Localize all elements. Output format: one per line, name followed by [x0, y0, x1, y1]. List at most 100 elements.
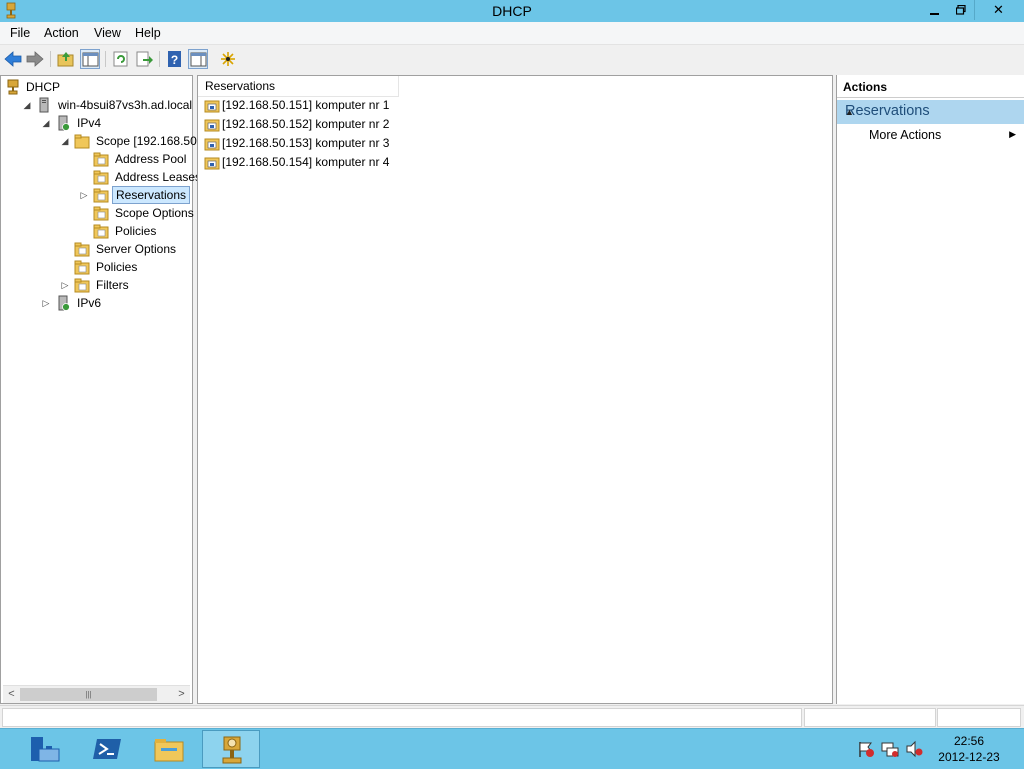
show-hide-action-pane-button[interactable] [188, 49, 208, 69]
filters-icon [74, 278, 90, 293]
taskbar-powershell[interactable] [78, 730, 136, 768]
export-list-button[interactable] [134, 49, 154, 69]
dhcp-app-icon [222, 736, 242, 764]
toolbar-separator [50, 51, 51, 67]
actions-pane: Actions Reservations ▲ More Actions ▶ [836, 75, 1024, 704]
menu-view[interactable]: View [94, 26, 121, 40]
scope-folder-icon [74, 134, 90, 149]
menu-help[interactable]: Help [135, 26, 161, 40]
policies-icon [93, 224, 109, 239]
export-list-icon [136, 51, 153, 67]
file-explorer-icon [154, 739, 184, 762]
collapse-arrow-icon[interactable]: ◢ [60, 132, 70, 150]
action-center-flag-icon[interactable] [857, 740, 875, 758]
tree-item-label: Policies [96, 260, 138, 274]
tree-item-label: Reservations [112, 186, 191, 204]
forward-button[interactable] [25, 49, 45, 69]
submenu-arrow-icon: ▶ [1009, 129, 1016, 139]
restore-button[interactable] [948, 0, 974, 20]
back-button[interactable] [3, 49, 23, 69]
status-cell-2 [804, 708, 936, 727]
actions-section-reservations[interactable]: Reservations ▲ [837, 100, 1024, 124]
address-pool-icon [93, 152, 109, 167]
collapse-arrow-icon[interactable]: ◢ [22, 96, 32, 114]
results-pane[interactable]: Reservations [192.168.50.151] komputer n… [197, 75, 833, 704]
network-icon[interactable] [881, 740, 899, 758]
actions-title: Actions [843, 80, 888, 94]
collapse-arrow-icon[interactable]: ◢ [41, 114, 51, 132]
reservation-label: [192.168.50.151] komputer nr 1 [222, 98, 390, 112]
show-hide-tree-icon [82, 52, 99, 67]
tree-item-label: Policies [115, 224, 157, 238]
minimize-button[interactable] [922, 0, 948, 20]
menu-action[interactable]: Action [44, 26, 79, 40]
column-header[interactable]: Reservations [198, 76, 399, 97]
collapse-arrow-icon[interactable]: ▲ [845, 107, 1016, 117]
menu-bar: File Action View Help [0, 22, 1024, 45]
tree-item-label: Server Options [96, 242, 177, 256]
tree-horizontal-scrollbar[interactable]: < ||| > [3, 685, 190, 703]
server-icon [39, 97, 49, 113]
toolbar-separator [105, 51, 106, 67]
powershell-icon [93, 739, 121, 759]
column-header-label: Reservations [205, 79, 276, 93]
up-folder-icon [57, 52, 74, 67]
tree-item-label: IPv4 [77, 116, 102, 130]
up-one-level-button[interactable] [56, 49, 76, 69]
scroll-right-arrow-icon[interactable]: > [173, 686, 190, 703]
scroll-left-arrow-icon[interactable]: < [3, 686, 20, 703]
reservation-icon [204, 138, 220, 151]
clock-date: 2012-12-23 [938, 750, 1000, 764]
tree-item-label: win-4bsui87vs3h.ad.local [58, 98, 193, 112]
console-tree[interactable]: DHCP ◢ win-4bsui87vs3h.ad.local ◢ IPv4 ◢ Scope… [0, 75, 210, 704]
expand-arrow-icon[interactable]: ▷ [41, 294, 51, 312]
show-hide-action-pane-icon [190, 52, 207, 67]
show-hide-tree-button[interactable] [80, 49, 100, 69]
ipv4-icon [58, 115, 70, 131]
clock-time: 22:56 [953, 734, 985, 748]
more-actions-label: More Actions [869, 128, 942, 142]
taskbar-file-explorer[interactable] [140, 730, 198, 768]
scrollbar-thumb[interactable]: ||| [20, 688, 157, 701]
new-reservation-button[interactable] [218, 49, 238, 69]
menu-file[interactable]: File [10, 26, 30, 40]
svg-text:?: ? [171, 53, 178, 67]
tree-item-label: DHCP [26, 80, 61, 94]
taskbar-clock[interactable]: 22:56 2012-12-23 [928, 733, 1010, 765]
refresh-button[interactable] [111, 49, 131, 69]
more-actions-item[interactable]: More Actions ▶ [837, 126, 1024, 146]
reservations-folder-icon [93, 188, 109, 203]
status-bar [0, 705, 1024, 729]
toolbar: ? [0, 45, 1024, 73]
expand-arrow-icon[interactable]: ▷ [60, 276, 70, 294]
ipv6-icon [58, 295, 70, 311]
scope-options-icon [93, 206, 109, 221]
window-title: DHCP [492, 3, 532, 19]
new-reservation-icon [221, 52, 235, 66]
expand-arrow-icon[interactable]: ▷ [79, 186, 89, 204]
server-manager-icon [31, 737, 60, 762]
tree-item-label: Address Pool [115, 152, 187, 166]
reservation-icon [204, 100, 220, 113]
taskbar: 22:56 2012-12-23 [0, 728, 1024, 769]
reservation-label: [192.168.50.152] komputer nr 2 [222, 117, 390, 131]
refresh-icon [113, 51, 128, 67]
status-cell-main [2, 708, 802, 727]
volume-muted-icon[interactable] [905, 740, 923, 758]
taskbar-dhcp[interactable] [202, 730, 260, 768]
minimize-icon [930, 13, 939, 15]
help-button[interactable]: ? [165, 49, 185, 69]
close-button[interactable]: ✕ [974, 0, 1022, 20]
address-leases-icon [93, 170, 109, 185]
reservation-icon [204, 119, 220, 132]
restore-icon [955, 4, 966, 15]
taskbar-server-manager[interactable] [16, 730, 74, 768]
back-icon [4, 51, 22, 67]
tree-item-label: IPv6 [77, 296, 102, 310]
